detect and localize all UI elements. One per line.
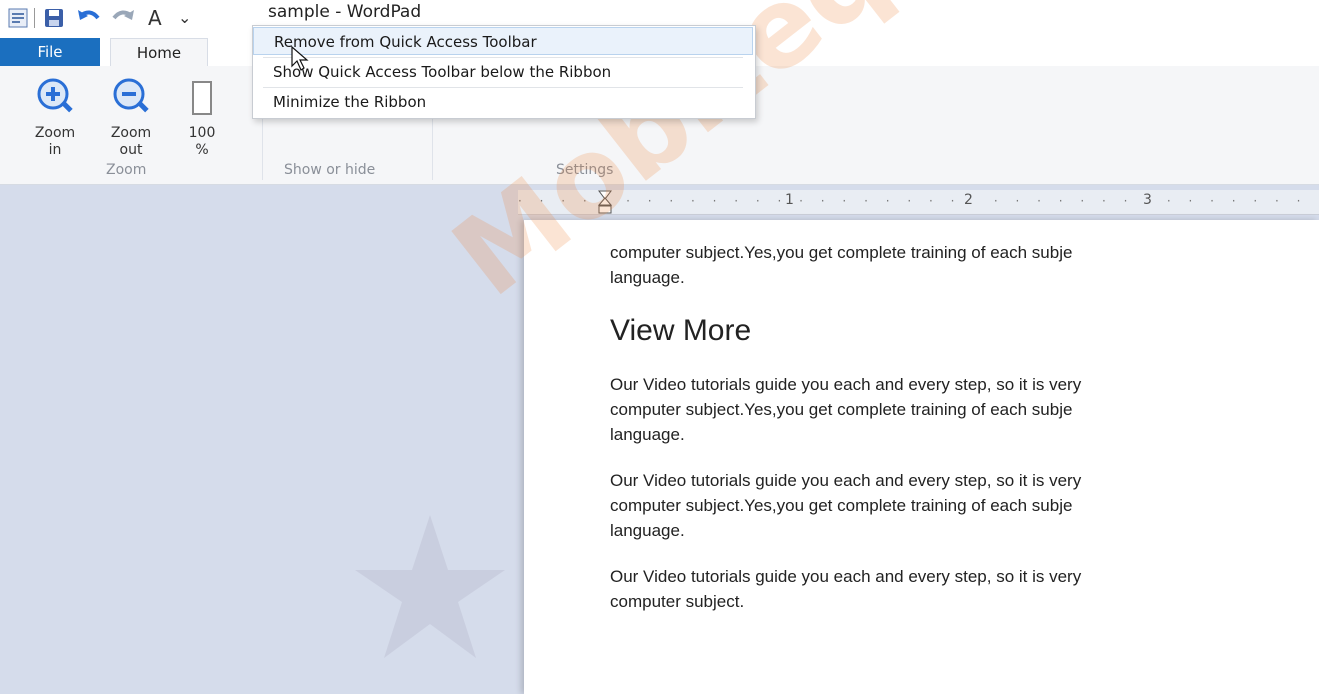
- ruler-dots: · · · · · · · · · · · · · · · · · · · · …: [518, 194, 1319, 208]
- menu-item-show-qat-below-ribbon[interactable]: Show Quick Access Toolbar below the Ribb…: [253, 58, 753, 86]
- doc-line[interactable]: language.: [610, 518, 1319, 543]
- zoom-in-label-2: in: [48, 142, 62, 158]
- doc-line[interactable]: computer subject.: [610, 589, 1319, 614]
- doc-line[interactable]: Our Video tutorials guide you each and e…: [610, 372, 1319, 397]
- wordpad-app-icon[interactable]: [8, 8, 28, 32]
- doc-line[interactable]: Our Video tutorials guide you each and e…: [610, 564, 1319, 589]
- zoom-in-icon: [37, 78, 73, 113]
- zoom-100-button[interactable]: 100 %: [180, 76, 224, 159]
- ruler-mark-3: 3: [1140, 192, 1155, 208]
- ruler-mark-1: 1: [782, 192, 797, 208]
- doc-heading[interactable]: View More: [610, 314, 751, 348]
- show-hide-group-label: Show or hide: [284, 162, 376, 178]
- settings-group-label: Settings: [556, 162, 614, 178]
- zoom-100-label-1: 100: [188, 125, 216, 141]
- save-icon[interactable]: [44, 8, 64, 32]
- zoom-out-icon: [113, 78, 149, 113]
- doc-line[interactable]: computer subject.Yes,you get complete tr…: [610, 493, 1319, 518]
- zoom-group-label: Zoom: [106, 162, 147, 178]
- customize-qat-icon[interactable]: ⌄: [178, 8, 191, 27]
- doc-line[interactable]: computer subject.Yes,you get complete tr…: [610, 397, 1319, 422]
- zoom-out-label-1: Zoom: [110, 125, 152, 141]
- zoom-out-button[interactable]: Zoom out: [102, 76, 160, 159]
- document-page[interactable]: computer subject.Yes,you get complete tr…: [524, 220, 1319, 694]
- tab-home[interactable]: Home: [110, 38, 208, 67]
- mouse-cursor-icon: [291, 46, 309, 71]
- ruler[interactable]: · · · · · · · · · · · · · · · · · · · · …: [518, 190, 1319, 215]
- zoom-100-label-2: %: [195, 142, 209, 158]
- zoom-out-label-2: out: [119, 142, 143, 158]
- menu-item-remove-from-qat[interactable]: Remove from Quick Access Toolbar: [253, 27, 753, 55]
- window-title: sample - WordPad: [268, 2, 422, 22]
- qat-context-menu: Remove from Quick Access Toolbar Show Qu…: [252, 25, 756, 119]
- undo-icon[interactable]: [76, 6, 102, 32]
- zoom-in-label-1: Zoom: [34, 125, 76, 141]
- tab-file[interactable]: File: [0, 38, 100, 66]
- indent-marker-icon[interactable]: [597, 190, 613, 218]
- menu-item-minimize-ribbon[interactable]: Minimize the Ribbon: [253, 88, 753, 116]
- ruler-mark-2: 2: [961, 192, 976, 208]
- qat-divider: [34, 8, 35, 28]
- doc-line[interactable]: computer subject.Yes,you get complete tr…: [610, 240, 1319, 265]
- redo-icon[interactable]: [110, 6, 136, 32]
- watermark-star-icon: [355, 515, 505, 658]
- doc-line[interactable]: Our Video tutorials guide you each and e…: [610, 468, 1319, 493]
- zoom-in-button[interactable]: Zoom in: [26, 76, 84, 159]
- doc-line[interactable]: language.: [610, 422, 1319, 447]
- doc-line[interactable]: language.: [610, 265, 1319, 290]
- font-size-icon[interactable]: A: [148, 6, 162, 30]
- zoom-100-icon: [192, 81, 212, 115]
